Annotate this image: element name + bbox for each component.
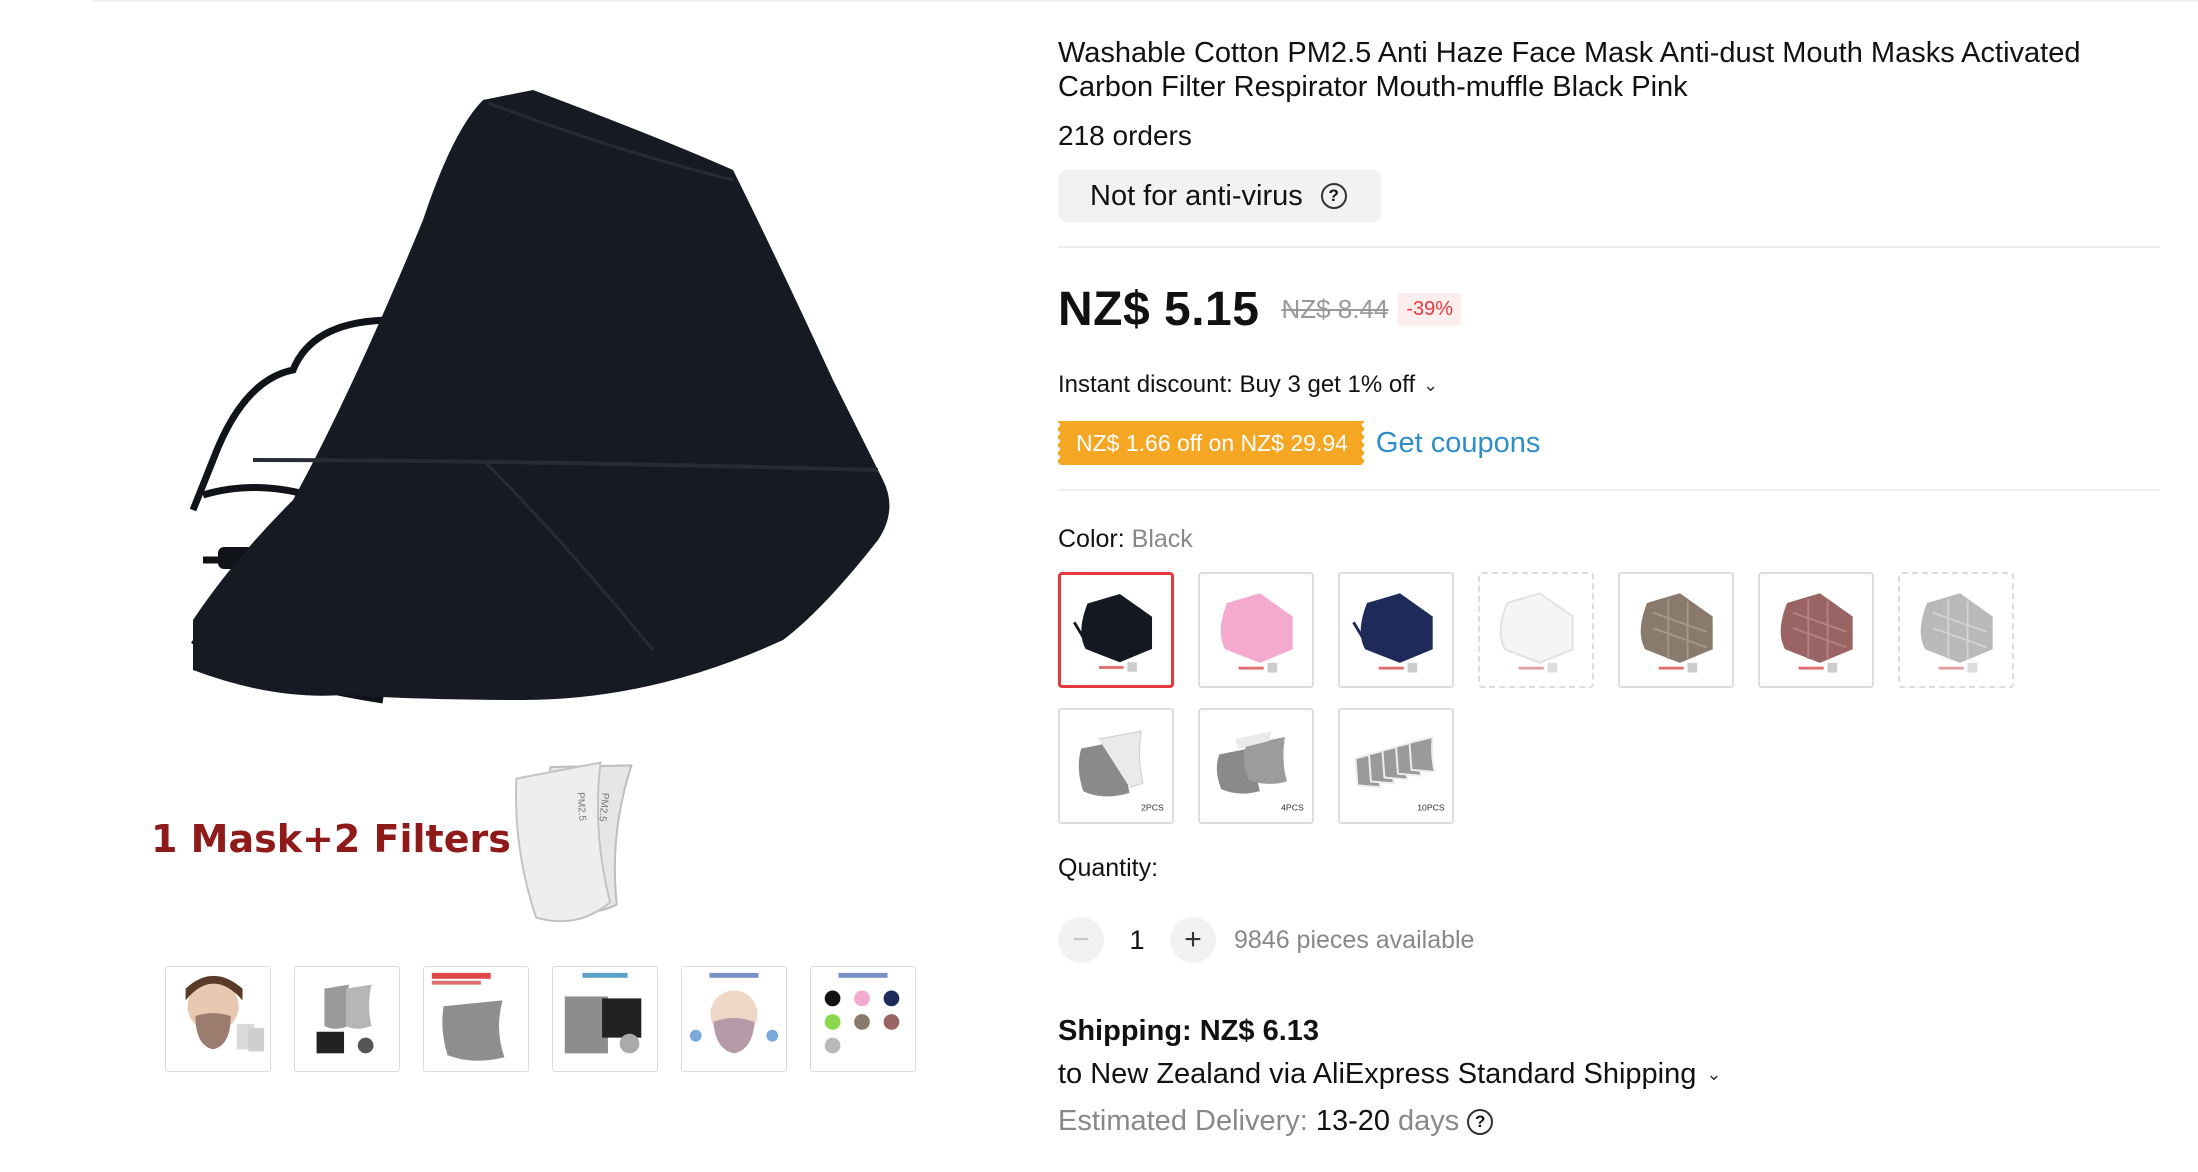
price-row: NZ$ 5.15 NZ$ 8.44 -39% xyxy=(1058,282,2160,337)
divider xyxy=(1058,489,2160,491)
original-price: NZ$ 8.44 xyxy=(1281,294,1389,324)
main-image-caption: 1 Mask+2 Filters xyxy=(151,817,511,861)
color-swatch-brown-check[interactable] xyxy=(1618,572,1734,688)
coupon-row: NZ$ 1.66 off on NZ$ 29.94 Get coupons xyxy=(1058,421,2160,465)
top-divider xyxy=(93,0,2198,2)
thumbnail-carbon-filter[interactable] xyxy=(423,966,529,1072)
order-count: 218 orders xyxy=(1058,120,1192,151)
shipping-price: Shipping: NZ$ 6.13 xyxy=(1058,1015,1320,1047)
decrease-quantity-button[interactable]: − xyxy=(1058,917,1104,963)
quantity-label: Quantity: xyxy=(1058,854,1159,882)
quantity-stepper: − 1 + 9846 pieces available xyxy=(1058,917,2160,963)
shipping-destination: to New Zealand via AliExpress Standard S… xyxy=(1058,1058,1697,1090)
svg-text:4PCS: 4PCS xyxy=(1281,802,1304,812)
main-product-image[interactable]: PM2.5 PM2.5 1 Mask+2 Filters xyxy=(93,40,993,940)
chevron-down-icon: ⌄ xyxy=(1706,1064,1722,1084)
filter-swatch-4pcs[interactable]: 4PCS xyxy=(1198,708,1314,824)
color-swatch-white[interactable] xyxy=(1478,572,1594,688)
stock-available: 9846 pieces available xyxy=(1234,925,1475,954)
delivery-days: 13-20 xyxy=(1315,1105,1390,1137)
filter-swatch-10pcs[interactable]: 10PCS xyxy=(1338,708,1454,824)
quantity-value[interactable]: 1 xyxy=(1104,925,1170,956)
shipping-method-selector[interactable]: to New Zealand via AliExpress Standard S… xyxy=(1058,1058,2160,1091)
increase-quantity-button[interactable]: + xyxy=(1170,917,1216,963)
color-swatch-navy[interactable] xyxy=(1338,572,1454,688)
color-swatches: 2PCS 4PCS 10PCS xyxy=(1058,572,2160,824)
chevron-down-icon: ⌄ xyxy=(1423,374,1439,395)
color-swatch-pink[interactable] xyxy=(1198,572,1314,688)
notice-text: Not for anti-virus xyxy=(1090,179,1303,212)
current-price: NZ$ 5.15 xyxy=(1058,283,1260,336)
svg-text:2PCS: 2PCS xyxy=(1141,802,1164,812)
color-label-text: Color: xyxy=(1058,525,1125,553)
selected-color: Black xyxy=(1131,525,1193,553)
filter-swatch-2pcs[interactable]: 2PCS xyxy=(1058,708,1174,824)
delivery-unit: days xyxy=(1397,1105,1460,1137)
instant-discount[interactable]: Instant discount: Buy 3 get 1% off ⌄ xyxy=(1058,371,2160,399)
color-label: Color: Black xyxy=(1058,525,2160,554)
instant-discount-text: Instant discount: Buy 3 get 1% off xyxy=(1058,371,1416,398)
color-swatch-grey-check[interactable] xyxy=(1898,572,2014,688)
svg-text:10PCS: 10PCS xyxy=(1417,802,1445,812)
thumbnail-upgrade-filter[interactable] xyxy=(552,966,658,1072)
thumbnail-color-chart[interactable] xyxy=(810,966,916,1072)
divider xyxy=(1058,246,2160,248)
get-coupons-link[interactable]: Get coupons xyxy=(1376,427,1540,460)
color-swatch-red-check[interactable] xyxy=(1758,572,1874,688)
thumbnail-filters[interactable] xyxy=(294,966,400,1072)
not-for-anti-virus-notice: Not for anti-virus ? xyxy=(1058,170,1381,222)
filter-print: PM2.5 xyxy=(574,792,587,822)
thumbnail-instruction[interactable] xyxy=(681,966,787,1072)
thumbnail-strip xyxy=(165,966,916,1072)
discount-badge: -39% xyxy=(1398,293,1462,326)
estimated-delivery: Estimated Delivery: 13-20 days ? xyxy=(1058,1105,2160,1138)
product-details: Washable Cotton PM2.5 Anti Haze Face Mas… xyxy=(1058,36,2160,1138)
product-title: Washable Cotton PM2.5 Anti Haze Face Mas… xyxy=(1058,37,2081,103)
coupon-badge: NZ$ 1.66 off on NZ$ 29.94 xyxy=(1058,421,1364,465)
question-icon[interactable]: ? xyxy=(1320,183,1347,209)
delivery-label: Estimated Delivery: xyxy=(1058,1105,1308,1137)
thumbnail-model[interactable] xyxy=(165,966,271,1072)
color-swatch-black[interactable] xyxy=(1058,572,1174,688)
question-icon[interactable]: ? xyxy=(1467,1108,1494,1135)
